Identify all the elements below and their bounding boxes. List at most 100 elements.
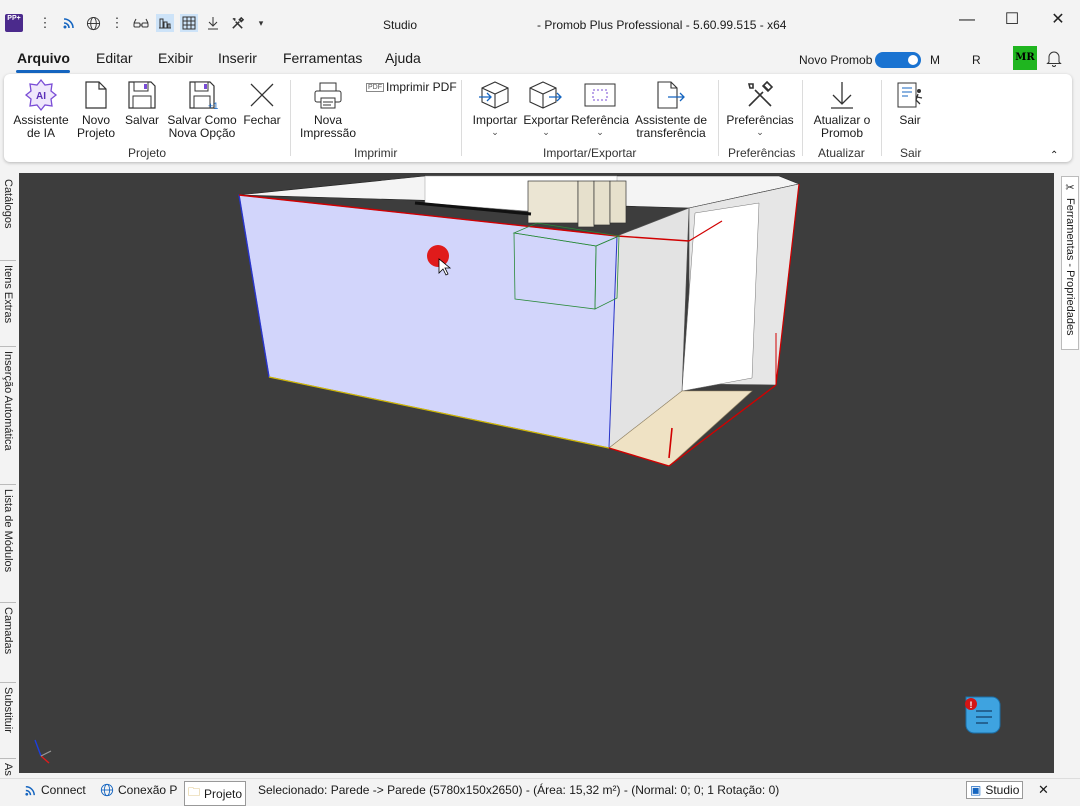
tab-as[interactable]: As	[0, 761, 16, 779]
tab-itens-extras[interactable]: Itens Extras	[0, 263, 16, 347]
download-icon[interactable]	[204, 14, 222, 32]
imprimir-pdf-label: Imprimir PDF	[386, 80, 457, 94]
nova-impressao-button[interactable]: Nova Impressão	[294, 78, 362, 140]
exportar-label: Exportar	[523, 113, 569, 127]
reference-icon	[570, 78, 630, 112]
mode-r-button[interactable]: R	[972, 53, 981, 67]
svg-text:!: !	[970, 700, 973, 710]
grid-view-icon[interactable]	[180, 14, 198, 32]
active-tab-indicator	[16, 70, 70, 73]
axis-gizmo	[34, 739, 52, 764]
close-tab-button[interactable]: ✕	[1038, 782, 1049, 798]
connect-item[interactable]: Connect	[24, 783, 86, 797]
collapse-ribbon-icon[interactable]: ⌃	[1050, 150, 1058, 161]
atualizar-label-2: Promob	[820, 126, 864, 140]
importar-button[interactable]: Importar ⌄	[468, 78, 522, 137]
novo-projeto-button[interactable]: Novo Projeto	[74, 78, 118, 140]
salvar-como-label-2: Nova Opção	[168, 126, 236, 140]
feed-icon	[25, 785, 35, 796]
conexao-item[interactable]: Conexão P	[100, 783, 177, 797]
exportar-button[interactable]: Exportar ⌄	[519, 78, 573, 137]
tab-ferramentas-propriedades[interactable]: ✂ Ferramentas - Propriedades	[1061, 176, 1079, 350]
status-bar: Connect Conexão P 🗀 Projeto Selecionado:…	[0, 778, 1080, 806]
studio-label: Studio	[985, 783, 1020, 797]
globe-icon	[100, 783, 114, 797]
glasses-icon[interactable]	[132, 14, 150, 32]
chat-notification-icon[interactable]: !	[965, 696, 1001, 734]
menu-editar[interactable]: Editar	[96, 50, 133, 66]
minimize-button[interactable]: —	[957, 10, 977, 30]
group-atualizar: Atualizar	[818, 146, 865, 160]
fechar-label: Fechar	[243, 113, 281, 127]
referencia-button[interactable]: Referência ⌄	[570, 78, 630, 137]
assistente-ia-button[interactable]: AI Assistente de IA	[10, 78, 72, 140]
customize-dropdown-icon[interactable]: ▾	[252, 14, 270, 32]
selection-status: Selecionado: Parede -> Parede (5780x150x…	[258, 783, 780, 797]
svg-text:AI: AI	[36, 91, 46, 102]
tab-ferramentas-label: Ferramentas - Propriedades	[1064, 198, 1076, 336]
fechar-button[interactable]: Fechar	[240, 78, 284, 127]
menu-ferramentas[interactable]: Ferramentas	[283, 50, 362, 66]
globe-icon[interactable]	[84, 14, 102, 32]
studio-tab[interactable]: ▣ Studio	[966, 781, 1024, 799]
import-box-icon	[468, 78, 522, 112]
projeto-tab[interactable]: 🗀 Projeto	[184, 781, 247, 806]
user-avatar[interactable]: MR	[1013, 46, 1037, 70]
ribbon-separator	[461, 80, 462, 156]
folder-icon: 🗀	[188, 785, 201, 799]
tab-insercao-automatica[interactable]: Inserção Automática	[0, 349, 16, 485]
maximize-button[interactable]: ☐	[1002, 10, 1022, 30]
ribbon-separator	[802, 80, 803, 156]
group-preferencias: Preferências	[728, 146, 796, 160]
salvar-label: Salvar	[124, 113, 159, 127]
chevron-down-icon: ⌄	[542, 127, 550, 137]
tab-camadas[interactable]: Camadas	[0, 605, 16, 683]
document-title: Studio	[383, 18, 418, 32]
atualizar-promob-button[interactable]: Atualizar o Promob	[806, 78, 878, 140]
imprimir-pdf-button[interactable]: PDF Imprimir PDF	[366, 80, 457, 94]
connect-label: Connect	[41, 783, 86, 797]
ai-assistant-icon: AI	[10, 78, 72, 112]
assistente-transferencia-button[interactable]: Assistente de transferência	[632, 78, 710, 140]
tools-icon: ✂	[1065, 182, 1075, 194]
save-as-option-icon: +1	[164, 78, 240, 112]
novo-projeto-label-2: Projeto	[76, 126, 116, 140]
menu-arquivo[interactable]: Arquivo	[17, 50, 70, 66]
mode-m-button[interactable]: M	[930, 53, 940, 67]
salvar-button[interactable]: Salvar	[122, 78, 162, 127]
ribbon-separator	[718, 80, 719, 156]
export-box-icon	[519, 78, 573, 112]
tab-catalogos[interactable]: Catálogos	[0, 177, 16, 261]
assistente-transferencia-label-2: transferência	[636, 126, 706, 140]
separator-icon: ⋮	[110, 15, 124, 30]
ribbon-separator	[881, 80, 882, 156]
feed-icon[interactable]	[60, 14, 78, 32]
elevation-view-icon[interactable]	[156, 14, 174, 32]
sair-button[interactable]: Sair	[890, 78, 930, 127]
preferencias-button[interactable]: Preferências ⌄	[724, 78, 796, 137]
separator-icon: ⋮	[38, 15, 52, 30]
novo-promob-toggle[interactable]	[875, 52, 921, 68]
group-projeto: Projeto	[128, 146, 167, 160]
tab-substituir[interactable]: Substituir	[0, 685, 16, 759]
menu-inserir[interactable]: Inserir	[218, 50, 257, 66]
tools-icon	[724, 78, 796, 112]
pdf-icon: PDF	[366, 82, 384, 92]
menu-ajuda[interactable]: Ajuda	[385, 50, 421, 66]
tools-icon[interactable]	[228, 14, 246, 32]
close-button[interactable]: ✕	[1048, 10, 1068, 30]
app-logo: PP+	[5, 14, 23, 32]
ribbon: AI Assistente de IA Novo Projeto Salvar …	[4, 74, 1072, 162]
bell-icon[interactable]	[1046, 50, 1062, 71]
menu-exibir[interactable]: Exibir	[158, 50, 193, 66]
tab-lista-de-modulos[interactable]: Lista de Módulos	[0, 487, 16, 603]
3d-viewport[interactable]: !	[19, 173, 1054, 773]
chevron-down-icon: ⌄	[756, 127, 764, 137]
conexao-label: Conexão P	[118, 783, 178, 797]
chevron-down-icon: ⌄	[596, 127, 604, 137]
salvar-como-button[interactable]: +1 Salvar Como Nova Opção	[164, 78, 240, 140]
printer-icon	[294, 78, 362, 112]
exit-icon	[890, 78, 930, 112]
selection-point	[427, 245, 449, 267]
importar-label: Importar	[472, 113, 518, 127]
